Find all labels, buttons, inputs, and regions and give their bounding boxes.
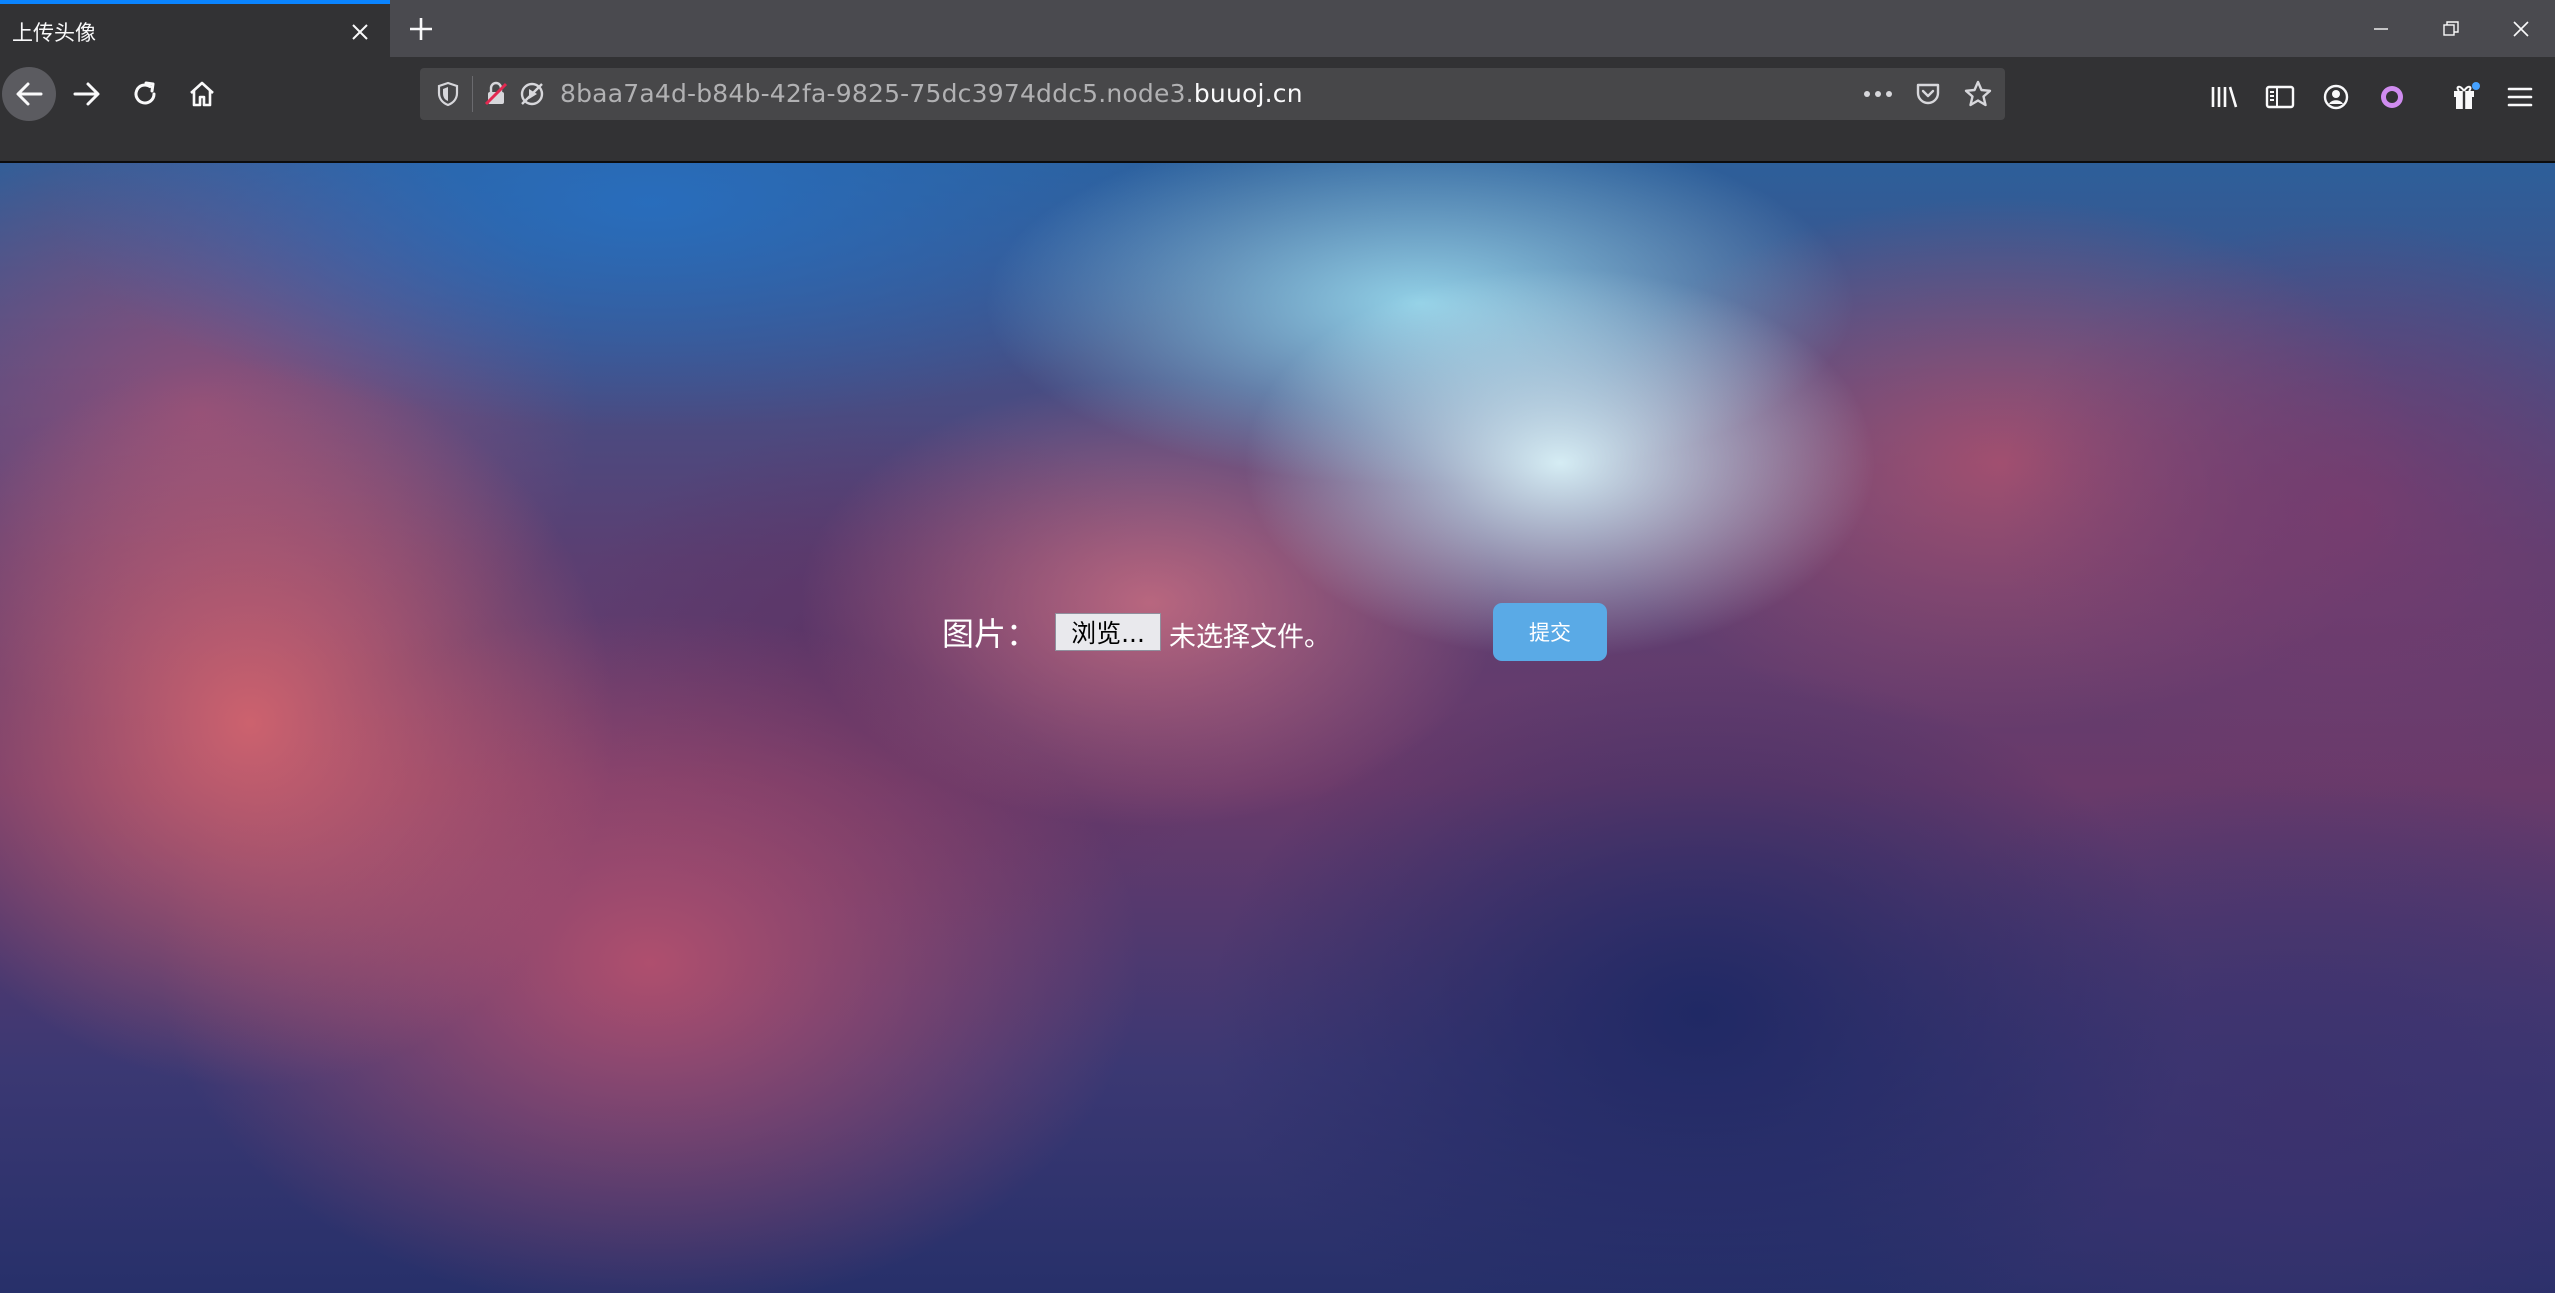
extension-ring-icon[interactable] <box>2372 77 2412 117</box>
tab-upload-avatar[interactable]: 上传头像 <box>0 0 390 57</box>
menu-hamburger-icon[interactable] <box>2500 77 2540 117</box>
upload-form: 图片： 浏览... 未选择文件。 提交 <box>940 603 1640 683</box>
tab-strip: 上传头像 <box>0 0 2555 57</box>
browse-file-button[interactable]: 浏览... <box>1055 613 1161 651</box>
new-tab-icon[interactable] <box>400 8 442 50</box>
home-icon[interactable] <box>175 67 229 121</box>
nav-bar: 8baa7a4d-b84b-42fa-9825-75dc3974ddc5.nod… <box>0 57 2555 163</box>
forward-icon[interactable] <box>60 67 114 121</box>
page-viewport: 图片： 浏览... 未选择文件。 提交 <box>0 163 2555 1293</box>
extensions-gift-icon[interactable] <box>2445 77 2485 117</box>
image-field-label: 图片： <box>942 615 1039 653</box>
url-bar-separator <box>472 76 473 112</box>
page-actions-more-icon[interactable] <box>1860 76 1896 112</box>
account-icon[interactable] <box>2316 77 2356 117</box>
minimize-icon[interactable] <box>2350 0 2412 57</box>
restore-icon[interactable] <box>2420 0 2482 57</box>
file-status-text: 未选择文件。 <box>1169 622 1331 653</box>
library-icon[interactable] <box>2204 77 2244 117</box>
url-subdomain: 8baa7a4d-b84b-42fa-9825-75dc3974ddc5.nod… <box>560 79 1194 108</box>
url-bar[interactable]: 8baa7a4d-b84b-42fa-9825-75dc3974ddc5.nod… <box>420 68 2005 120</box>
browser-window: 上传头像 8baa7a4d-b84b-42fa-9825-75dc3974ddc… <box>0 0 2555 1293</box>
close-tab-icon[interactable] <box>342 14 378 50</box>
insecure-connection-icon[interactable] <box>480 78 512 110</box>
url-domain: buuoj.cn <box>1193 79 1303 108</box>
tab-title: 上传头像 <box>12 21 96 45</box>
bookmark-star-icon[interactable] <box>1960 76 1996 112</box>
sidebar-toggle-icon[interactable] <box>2260 77 2300 117</box>
tracking-protection-shield-icon[interactable] <box>432 78 464 110</box>
reload-icon[interactable] <box>118 67 172 121</box>
url-text[interactable]: 8baa7a4d-b84b-42fa-9825-75dc3974ddc5.nod… <box>560 79 1303 108</box>
pocket-icon[interactable] <box>1910 76 1946 112</box>
close-window-icon[interactable] <box>2490 0 2552 57</box>
back-icon[interactable] <box>2 67 56 121</box>
autoplay-blocked-icon[interactable] <box>516 78 548 110</box>
submit-button[interactable]: 提交 <box>1493 603 1607 661</box>
